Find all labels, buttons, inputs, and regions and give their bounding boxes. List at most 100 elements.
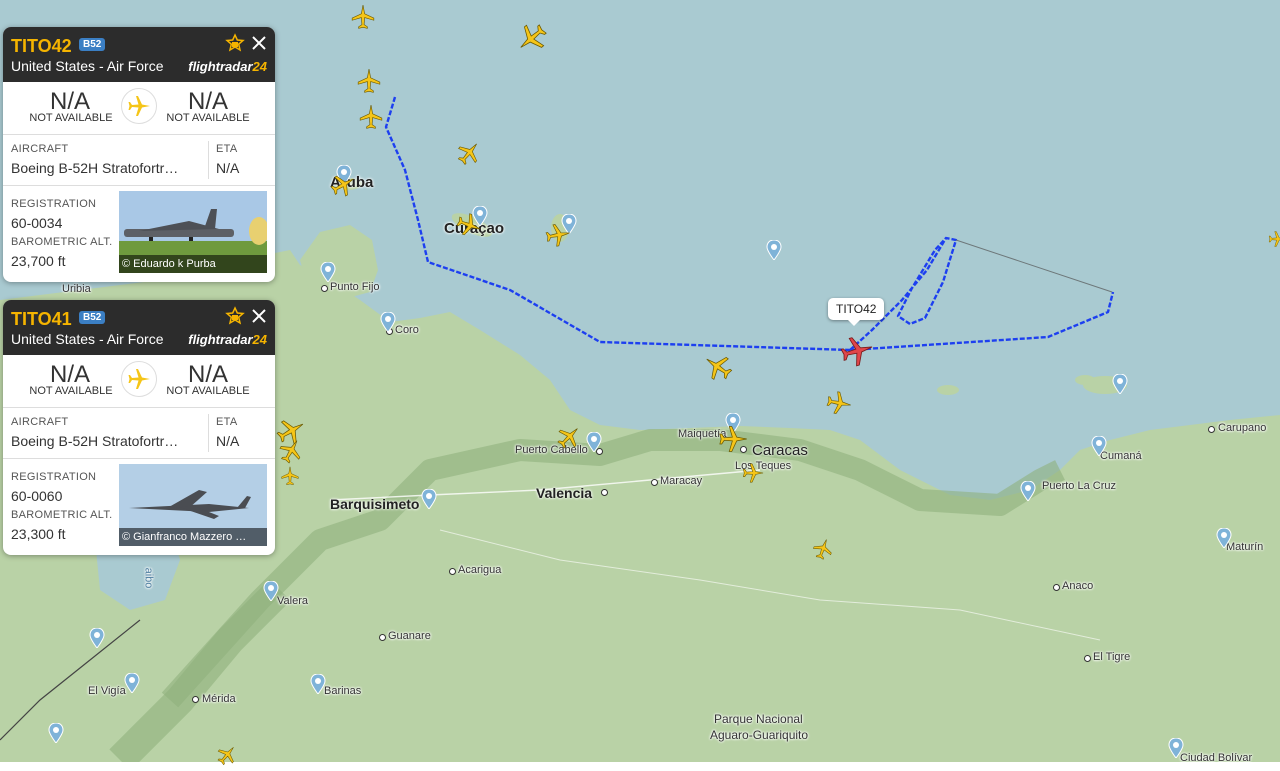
aircraft-photo[interactable]: © Gianfranco Mazzero …	[119, 464, 267, 546]
brand-logo: flightradar24	[188, 59, 267, 74]
destination-sub: NOT AVAILABLE	[166, 385, 250, 397]
eta-label: ETA	[216, 416, 238, 428]
flight-panel-2[interactable]: TITO41 B52 United States - Air Force fli…	[3, 300, 275, 555]
aircraft-icon[interactable]	[358, 104, 384, 130]
place-el-vigia: El Vigía	[88, 685, 126, 697]
aircraft-label: AIRCRAFT	[11, 416, 69, 428]
selected-aircraft-callout[interactable]: TITO42	[828, 298, 885, 326]
altitude-label: BAROMETRIC ALT.	[11, 236, 113, 248]
place-lago-label: aibo	[142, 567, 155, 589]
aircraft-icon[interactable]	[1268, 230, 1280, 248]
place-maracay: Maracay	[660, 475, 703, 487]
airport-pin-icon[interactable]	[89, 628, 105, 648]
airport-pin-icon[interactable]	[263, 581, 279, 601]
favorite-lock-icon[interactable]	[225, 306, 245, 326]
aircraft-value: Boeing B-52H Stratofortr…	[11, 433, 179, 449]
altitude-label: BAROMETRIC ALT.	[11, 509, 113, 521]
registration-value: 60-0060	[11, 488, 63, 504]
place-carupano: Carupano	[1218, 422, 1267, 434]
place-caracas: Caracas	[752, 442, 808, 459]
eta-label: ETA	[216, 143, 238, 155]
airport-pin-icon[interactable]	[48, 723, 64, 743]
airport-pin-icon[interactable]	[310, 674, 326, 694]
place-merida: Mérida	[202, 693, 236, 705]
aircraft-icon[interactable]	[356, 68, 382, 94]
aircraft-label: AIRCRAFT	[11, 143, 69, 155]
eta-value: N/A	[216, 160, 240, 176]
city-dot	[1208, 426, 1215, 433]
airport-pin-icon[interactable]	[586, 432, 602, 452]
divider	[208, 141, 209, 179]
aircraft-icon[interactable]	[742, 462, 764, 484]
city-dot	[1084, 655, 1091, 662]
airline: United States - Air Force	[11, 58, 164, 74]
aircraft-photo[interactable]: © Eduardo k Purba	[119, 191, 267, 273]
origin-sub: NOT AVAILABLE	[29, 385, 113, 397]
airline: United States - Air Force	[11, 331, 164, 347]
divider	[208, 414, 209, 452]
place-barinas: Barinas	[324, 685, 362, 697]
aircraft-row: AIRCRAFT Boeing B-52H Stratofortr… ETA N…	[3, 135, 275, 186]
place-puerto-la-cruz: Puerto La Cruz	[1042, 480, 1116, 492]
airport-pin-icon[interactable]	[124, 673, 140, 693]
place-parque-line2: Aguaro-Guariquito	[710, 728, 809, 742]
airport-pin-icon[interactable]	[380, 312, 396, 332]
city-dot	[379, 634, 386, 641]
aircraft-value: Boeing B-52H Stratofortr…	[11, 160, 179, 176]
place-anaco: Anaco	[1062, 580, 1094, 592]
airport-pin-icon[interactable]	[1216, 528, 1232, 548]
place-valencia: Valencia	[536, 485, 593, 501]
registration-value: 60-0034	[11, 215, 63, 231]
place-uribia: Uribia	[62, 283, 91, 295]
registration-label: REGISTRATION	[11, 471, 97, 483]
aircraft-icon[interactable]	[350, 4, 376, 30]
callsign: TITO41	[11, 309, 72, 329]
airport-pin-icon[interactable]	[421, 489, 437, 509]
place-barquisimeto: Barquisimeto	[330, 496, 420, 512]
place-ciudad-bolivar: Ciudad Bolívar	[1180, 752, 1253, 764]
place-acarigua: Acarigua	[458, 564, 502, 576]
aircraft-icon[interactable]	[543, 220, 573, 250]
details-row: REGISTRATION 60-0060 BAROMETRIC ALT. 23,…	[3, 459, 275, 554]
airport-pin-icon[interactable]	[320, 262, 336, 282]
aircraft-type-badge: B52	[79, 311, 106, 324]
place-el-tigre: El Tigre	[1093, 651, 1131, 663]
panel-header: TITO42 B52 United States - Air Force fli…	[3, 27, 275, 82]
aircraft-icon[interactable]	[280, 466, 300, 486]
close-icon[interactable]	[249, 33, 269, 53]
photo-credit: © Eduardo k Purba	[119, 255, 267, 273]
city-dot	[601, 489, 608, 496]
photo-credit: © Gianfranco Mazzero …	[119, 528, 267, 546]
aircraft-row: AIRCRAFT Boeing B-52H Stratofortr… ETA N…	[3, 408, 275, 459]
city-dot	[192, 696, 199, 703]
city-dot	[321, 285, 328, 292]
place-parque-line1: Parque Nacional	[714, 712, 803, 726]
island-tortuga	[937, 385, 959, 395]
route-row: N/A NOT AVAILABLE N/A NOT AVAILABLE	[3, 82, 275, 135]
callsign: TITO42	[11, 36, 72, 56]
city-dot	[651, 479, 658, 486]
aircraft-type-badge: B52	[79, 38, 106, 51]
destination-sub: NOT AVAILABLE	[166, 112, 250, 124]
airport-pin-icon[interactable]	[1091, 436, 1107, 456]
airport-pin-icon[interactable]	[766, 240, 782, 260]
origin-sub: NOT AVAILABLE	[29, 112, 113, 124]
place-guanare: Guanare	[388, 630, 431, 642]
favorite-lock-icon[interactable]	[225, 33, 245, 53]
place-valera: Valera	[277, 595, 308, 607]
airport-pin-icon[interactable]	[1020, 481, 1036, 501]
altitude-value: 23,700 ft	[11, 253, 66, 269]
altitude-value: 23,300 ft	[11, 526, 66, 542]
aircraft-icon[interactable]	[824, 388, 854, 418]
panel-header: TITO41 B52 United States - Air Force fli…	[3, 300, 275, 355]
route-row: N/A NOT AVAILABLE N/A NOT AVAILABLE	[3, 355, 275, 408]
flight-panel-1[interactable]: TITO42 B52 United States - Air Force fli…	[3, 27, 275, 282]
registration-label: REGISTRATION	[11, 198, 97, 210]
aircraft-icon[interactable]	[718, 424, 748, 454]
airport-pin-icon[interactable]	[1112, 374, 1128, 394]
place-coro: Coro	[395, 324, 419, 336]
brand-logo: flightradar24	[188, 332, 267, 347]
city-dot	[1053, 584, 1060, 591]
airport-pin-icon[interactable]	[1168, 738, 1184, 758]
close-icon[interactable]	[249, 306, 269, 326]
